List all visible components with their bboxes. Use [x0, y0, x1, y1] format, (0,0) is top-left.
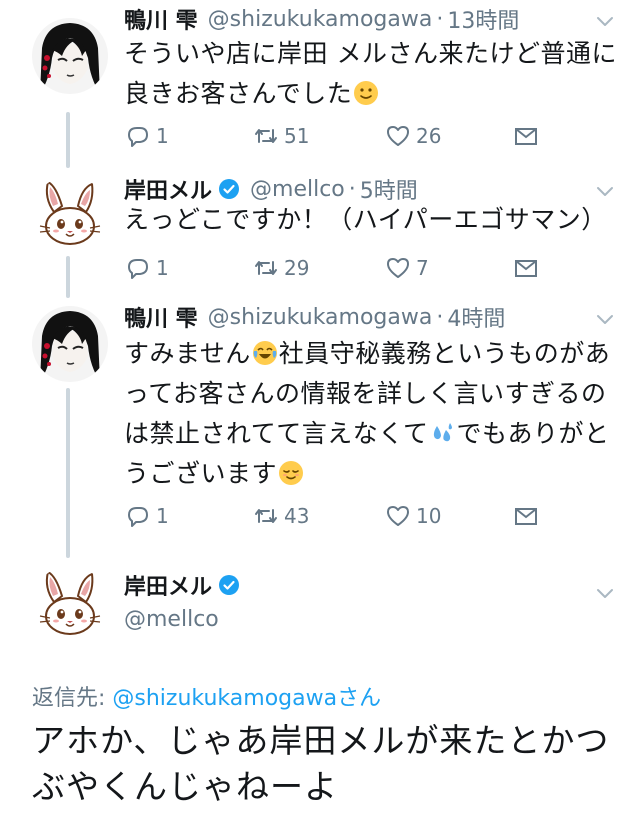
separator-dot: ·: [436, 6, 444, 32]
tweet-text: そういや店に岸田 メルさん来たけど普通に良きお客さんでした: [124, 34, 618, 114]
thread-line: [66, 256, 70, 298]
tweet-text-part: すみません: [124, 339, 251, 368]
chevron-down-icon[interactable]: [594, 582, 616, 604]
separator-dot: ·: [436, 304, 444, 330]
like-icon: [387, 506, 409, 526]
retweet-button[interactable]: 43: [252, 501, 309, 531]
reply-count: 1: [156, 504, 169, 528]
message-icon: [515, 128, 537, 145]
reply-count: 1: [156, 124, 169, 148]
slightly-smiling-face-emoji: [354, 81, 379, 105]
tweet-text: すみません 社員守秘義務というものがあってお客さんの情報を詳しく言いすぎるのは禁止…: [124, 334, 618, 494]
username[interactable]: @mellco: [250, 177, 345, 202]
username[interactable]: @shizukukamogawa: [208, 7, 433, 32]
retweet-icon: [255, 129, 277, 143]
retweet-icon: [255, 509, 277, 523]
replying-to: 返信先: @shizukukamogawaさん: [32, 680, 381, 712]
avatar[interactable]: [32, 176, 108, 252]
face-with-tears-of-joy-emoji: [252, 341, 277, 365]
username[interactable]: @shizukukamogawa: [208, 305, 433, 330]
direct-message-button[interactable]: [512, 253, 544, 283]
tweet-header: 岸田メル: [124, 570, 592, 600]
direct-message-button[interactable]: [512, 501, 544, 531]
display-name[interactable]: 岸田メル: [124, 569, 212, 601]
separator-dot: ·: [348, 176, 356, 202]
like-icon: [387, 126, 409, 146]
mention-link[interactable]: @shizukukamogawa: [112, 686, 337, 711]
like-button[interactable]: 26: [384, 121, 441, 151]
display-name[interactable]: 鴨川 雫: [124, 301, 198, 333]
relieved-face-emoji: [279, 461, 304, 485]
message-icon: [515, 260, 537, 277]
message-icon: [515, 508, 537, 525]
thread-line: [66, 112, 70, 168]
timestamp[interactable]: 13時間: [447, 3, 519, 35]
retweet-button[interactable]: 29: [252, 253, 309, 283]
chevron-down-icon[interactable]: [594, 308, 616, 330]
retweet-count: 29: [284, 256, 310, 280]
reply-count: 1: [156, 256, 169, 280]
retweet-icon: [255, 261, 277, 275]
tweet-header: 鴨川 雫 @shizukukamogawa · 4時間: [124, 301, 592, 333]
reply-icon: [128, 259, 148, 279]
tweet-text-body: えっどこですか！（ハイパーエゴサマン）: [124, 205, 607, 234]
direct-message-button[interactable]: [512, 121, 544, 151]
honorific-suffix: さん: [337, 686, 382, 711]
like-icon: [387, 258, 409, 278]
like-count: 26: [416, 124, 442, 148]
tweet-handle-row: @mellco: [124, 604, 592, 634]
focused-tweet-text: アホか、じゃあ岸田メルが来たとかつぶやくんじゃねーよ: [32, 721, 610, 806]
timestamp[interactable]: 4時間: [447, 301, 505, 333]
tweet-text: えっどこですか！（ハイパーエゴサマン）: [124, 200, 618, 240]
reply-button[interactable]: 1: [124, 121, 169, 151]
like-count: 7: [416, 256, 429, 280]
like-count: 10: [416, 504, 442, 528]
retweet-button[interactable]: 51: [252, 121, 309, 151]
verified-badge-icon: [219, 575, 240, 595]
tweet-actions: 1 43 10: [124, 501, 544, 531]
sweat-droplets-emoji: [433, 423, 452, 442]
avatar[interactable]: [32, 566, 108, 642]
display-name[interactable]: 鴨川 雫: [124, 3, 198, 35]
chevron-down-icon[interactable]: [594, 10, 616, 32]
like-button[interactable]: 10: [384, 501, 441, 531]
tweet-header: 鴨川 雫 @shizukukamogawa · 13時間: [124, 3, 592, 35]
verified-badge-icon: [219, 179, 240, 199]
retweet-count: 51: [284, 124, 310, 148]
reply-button[interactable]: 1: [124, 501, 169, 531]
like-button[interactable]: 7: [384, 253, 429, 283]
replying-to-label: 返信先:: [32, 686, 113, 711]
reply-icon: [128, 127, 148, 147]
tweet-actions: 1 29 7: [124, 253, 544, 283]
retweet-count: 43: [284, 504, 310, 528]
avatar[interactable]: [32, 306, 108, 382]
conversation-thread: 鴨川 雫 @shizukukamogawa · 13時間 そういや店に岸田 メル…: [0, 0, 640, 832]
reply-icon: [128, 507, 148, 527]
username[interactable]: @mellco: [124, 607, 219, 632]
thread-line: [66, 388, 70, 558]
chevron-down-icon[interactable]: [594, 180, 616, 202]
tweet-actions: 1 51 26: [124, 121, 544, 151]
avatar[interactable]: [32, 18, 108, 94]
reply-button[interactable]: 1: [124, 253, 169, 283]
